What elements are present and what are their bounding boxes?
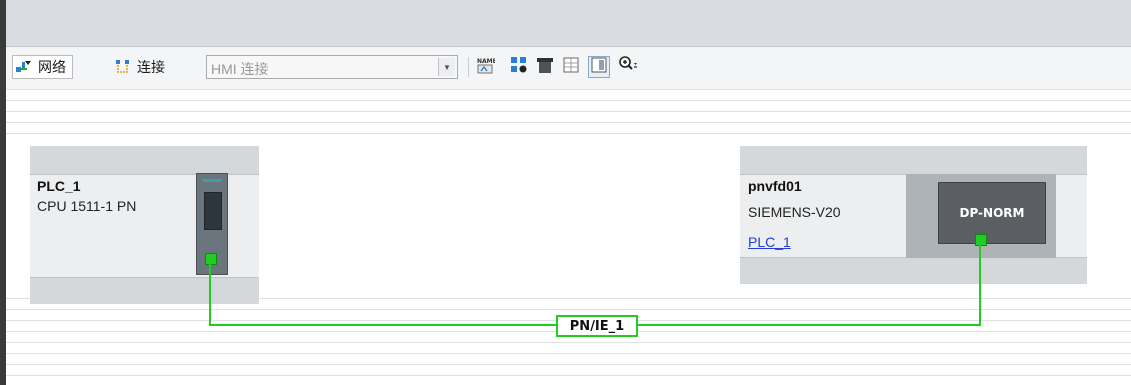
svg-text:NAME: NAME — [477, 58, 495, 65]
connections-button[interactable]: 连接 — [114, 55, 165, 79]
device-name: pnvfd01 — [748, 178, 802, 194]
device-pnvfd01[interactable]: pnvfd01 SIEMENS-V20 PLC_1 DP-NORM — [740, 146, 1087, 284]
panel-icon — [590, 56, 608, 79]
connection-type-select[interactable]: HMI 连接 ▼ — [206, 55, 458, 79]
device-type: SIEMENS-V20 — [748, 204, 841, 220]
name-tag-icon: NAME — [475, 55, 497, 80]
zoom-button[interactable] — [618, 55, 640, 80]
network-line-vfd-drop[interactable] — [979, 245, 981, 326]
subnet-label[interactable]: PN/IE_1 — [556, 315, 638, 337]
module-label: DP-NORM — [959, 206, 1025, 220]
module-icon — [535, 55, 555, 80]
network-view-button[interactable]: 网络 — [12, 55, 73, 79]
overview-panel-button[interactable] — [588, 56, 610, 78]
grid-view-button[interactable] — [560, 56, 582, 78]
network-line-plc-drop[interactable] — [209, 264, 211, 326]
cpu-display — [204, 192, 222, 230]
device-plc1[interactable]: PLC_1 CPU 1511-1 PN — [30, 146, 259, 304]
chevron-down-icon[interactable]: ▼ — [438, 58, 455, 76]
grid-icon — [561, 55, 581, 80]
profinet-port[interactable] — [205, 253, 217, 265]
show-device-name-button[interactable]: NAME — [474, 55, 497, 80]
connection-type-value: HMI 连接 — [211, 61, 269, 77]
network-view-icon — [15, 58, 33, 77]
device-module-button[interactable] — [534, 56, 556, 78]
network-view-label: 网络 — [38, 59, 66, 75]
connections-label: 连接 — [137, 59, 165, 75]
assigned-controller-link[interactable]: PLC_1 — [748, 234, 791, 250]
toolbar-separator — [468, 57, 469, 77]
network-highlight-icon — [509, 55, 529, 80]
zoom-in-icon — [618, 55, 640, 80]
dp-norm-module[interactable]: DP-NORM — [938, 182, 1046, 244]
status-led-bar — [203, 179, 221, 182]
device-type: CPU 1511-1 PN — [37, 198, 137, 214]
profinet-port[interactable] — [975, 234, 987, 246]
title-bar — [6, 0, 1131, 47]
connections-icon — [114, 57, 132, 78]
network-view-toolbar: 网络 连接 HMI 连接 ▼ NAME — [6, 47, 1131, 90]
highlight-connections-button[interactable] — [508, 56, 530, 78]
device-name: PLC_1 — [37, 178, 81, 194]
